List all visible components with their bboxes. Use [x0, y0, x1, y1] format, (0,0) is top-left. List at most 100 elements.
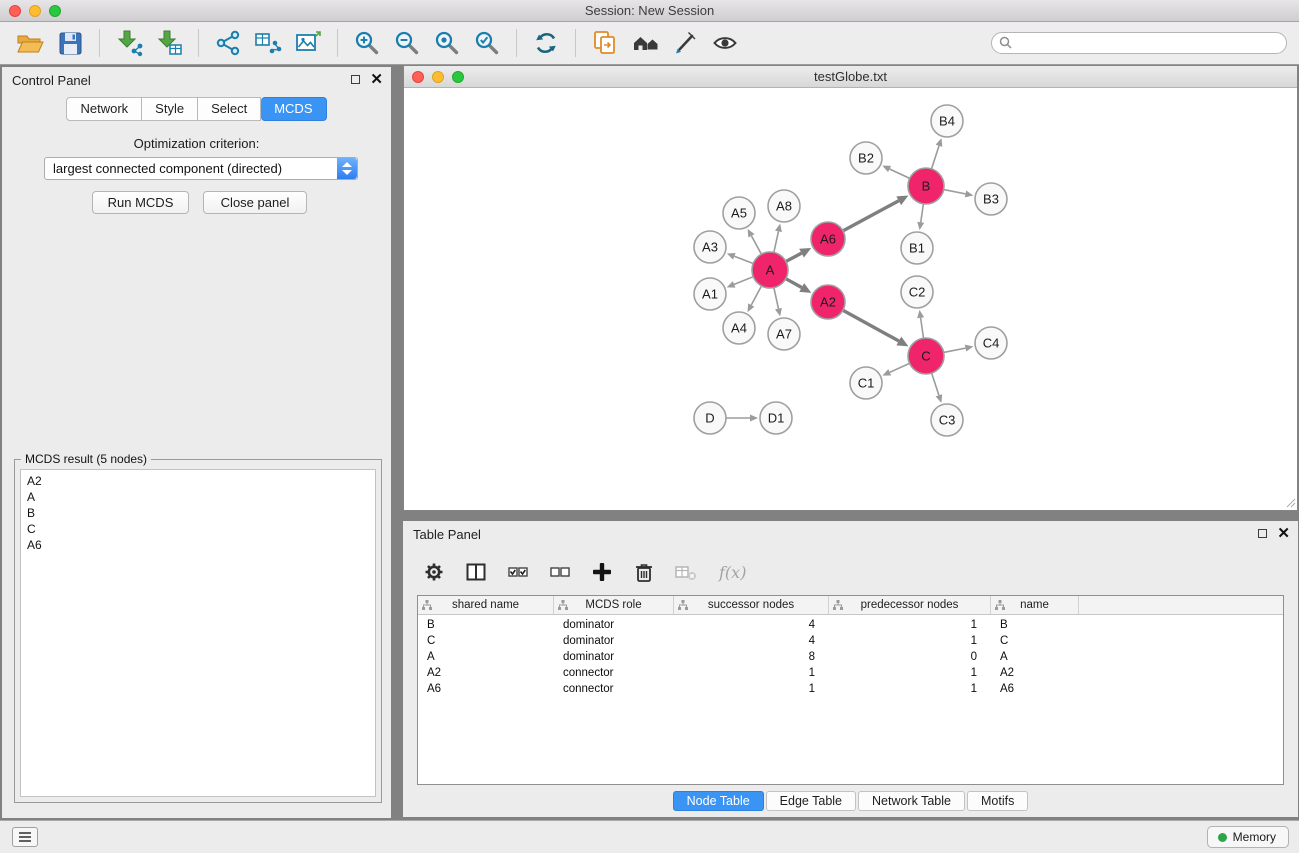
- table-row[interactable]: A2connector11A2: [418, 666, 1283, 682]
- result-item[interactable]: A2: [27, 473, 375, 489]
- show-columns-icon[interactable]: [463, 559, 489, 585]
- graph-node-B[interactable]: B: [908, 168, 944, 204]
- import-network-icon[interactable]: [111, 25, 147, 61]
- network-zoom-button[interactable]: [452, 71, 464, 83]
- result-item[interactable]: A: [27, 489, 375, 505]
- graph-node-B4[interactable]: B4: [931, 105, 963, 137]
- result-item[interactable]: B: [27, 505, 375, 521]
- graph-edge-B-B1[interactable]: [917, 204, 924, 230]
- network-canvas[interactable]: B4 B2 B B3 B1 A5 A8 A6 A3 A A1 A2 C2 A4 A7 C4 C C1 C3 D D1: [404, 88, 1297, 509]
- graph-edge-A-A5[interactable]: [748, 229, 762, 254]
- zoom-in-icon[interactable]: [349, 25, 385, 61]
- graph-edge-B-B4[interactable]: [932, 138, 943, 169]
- graph-edge-D-D1[interactable]: [726, 415, 758, 422]
- graph-node-C4[interactable]: C4: [975, 327, 1007, 359]
- table-row[interactable]: Bdominator41B: [418, 618, 1283, 634]
- home-icon[interactable]: [627, 25, 663, 61]
- graph-node-D1[interactable]: D1: [760, 402, 792, 434]
- column-header-predecessor-nodes[interactable]: predecessor nodes: [829, 596, 991, 614]
- add-column-icon[interactable]: [589, 559, 615, 585]
- graph-node-C1[interactable]: C1: [850, 367, 882, 399]
- table-options-gear-icon[interactable]: [421, 559, 447, 585]
- graph-node-C[interactable]: C: [908, 338, 944, 374]
- tab-mcds[interactable]: MCDS: [261, 97, 326, 121]
- graph-edge-A-A1[interactable]: [727, 277, 754, 288]
- graph-node-A5[interactable]: A5: [723, 197, 755, 229]
- zoom-fit-icon[interactable]: [429, 25, 465, 61]
- graph-edge-A-A4[interactable]: [747, 286, 761, 312]
- graph-edge-B-B3[interactable]: [944, 190, 974, 198]
- task-history-icon[interactable]: [12, 827, 38, 847]
- graph-edge-C-C2[interactable]: [917, 310, 924, 338]
- graph-node-A8[interactable]: A8: [768, 190, 800, 222]
- save-session-icon[interactable]: [52, 25, 88, 61]
- column-header-successor-nodes[interactable]: successor nodes: [674, 596, 829, 614]
- network-minimize-button[interactable]: [432, 71, 444, 83]
- graph-node-B1[interactable]: B1: [901, 232, 933, 264]
- new-network-icon[interactable]: [210, 25, 246, 61]
- float-table-panel-icon[interactable]: [1258, 529, 1267, 538]
- graph-node-A[interactable]: A: [752, 252, 788, 288]
- float-panel-icon[interactable]: [351, 75, 360, 84]
- column-header-name[interactable]: name: [991, 596, 1079, 614]
- mcds-result-list[interactable]: A2ABCA6: [20, 469, 376, 797]
- graph-edge-A-A8[interactable]: [774, 224, 782, 253]
- graph-edge-C-C1[interactable]: [882, 363, 909, 375]
- deselect-all-icon[interactable]: [547, 559, 573, 585]
- graph-node-B2[interactable]: B2: [850, 142, 882, 174]
- table-row[interactable]: Adominator80A: [418, 650, 1283, 666]
- zoom-selected-icon[interactable]: [469, 25, 505, 61]
- column-header-shared-name[interactable]: shared name: [418, 596, 554, 614]
- result-item[interactable]: C: [27, 521, 375, 537]
- import-table-icon[interactable]: [151, 25, 187, 61]
- graph-node-A4[interactable]: A4: [723, 312, 755, 344]
- tab-network-table[interactable]: Network Table: [858, 791, 965, 811]
- graph-edge-A-A3[interactable]: [727, 253, 753, 264]
- table-row[interactable]: A6connector11A6: [418, 682, 1283, 698]
- graph-node-B3[interactable]: B3: [975, 183, 1007, 215]
- graph-edge-A2-C[interactable]: [843, 310, 909, 346]
- tab-node-table[interactable]: Node Table: [673, 791, 764, 811]
- select-all-icon[interactable]: [505, 559, 531, 585]
- graph-node-A1[interactable]: A1: [694, 278, 726, 310]
- refresh-icon[interactable]: [528, 25, 564, 61]
- graph-edge-A-A2[interactable]: [786, 279, 812, 293]
- tab-motifs[interactable]: Motifs: [967, 791, 1028, 811]
- column-header-MCDS-role[interactable]: MCDS role: [554, 596, 674, 614]
- tab-style[interactable]: Style: [142, 97, 198, 121]
- tab-select[interactable]: Select: [198, 97, 261, 121]
- graph-node-A2[interactable]: A2: [811, 285, 845, 319]
- graph-node-D[interactable]: D: [694, 402, 726, 434]
- tab-network[interactable]: Network: [66, 97, 142, 121]
- export-image-icon[interactable]: [290, 25, 326, 61]
- close-panel-button[interactable]: Close panel: [203, 191, 307, 214]
- graph-edge-B-B2[interactable]: [882, 166, 909, 179]
- graph-edge-C-C3[interactable]: [932, 373, 943, 403]
- run-mcds-button[interactable]: Run MCDS: [92, 191, 189, 214]
- table-row[interactable]: Cdominator41C: [418, 634, 1283, 650]
- result-item[interactable]: A6: [27, 537, 375, 553]
- graph-edge-A-A7[interactable]: [774, 288, 782, 317]
- open-session-icon[interactable]: [12, 25, 48, 61]
- graph-edge-A6-B[interactable]: [843, 196, 908, 231]
- graph-node-C3[interactable]: C3: [931, 404, 963, 436]
- graph-node-A6[interactable]: A6: [811, 222, 845, 256]
- close-table-panel-icon[interactable]: ✕: [1277, 528, 1290, 539]
- graph-node-C2[interactable]: C2: [901, 276, 933, 308]
- graph-node-A3[interactable]: A3: [694, 231, 726, 263]
- graph-edge-C-C4[interactable]: [944, 345, 974, 353]
- network-close-button[interactable]: [412, 71, 424, 83]
- search-input[interactable]: [991, 32, 1287, 54]
- tab-edge-table[interactable]: Edge Table: [766, 791, 856, 811]
- close-panel-icon[interactable]: ✕: [370, 74, 383, 85]
- resize-grip-icon[interactable]: [1284, 496, 1296, 508]
- delete-column-trash-icon[interactable]: [631, 559, 657, 585]
- open-file-icon[interactable]: [587, 25, 623, 61]
- annotate-icon[interactable]: [667, 25, 703, 61]
- memory-button[interactable]: Memory: [1207, 826, 1289, 848]
- optimization-criterion-select[interactable]: largest connected component (directed): [44, 157, 358, 180]
- graph-node-A7[interactable]: A7: [768, 318, 800, 350]
- network-table-icon[interactable]: [250, 25, 286, 61]
- show-details-eye-icon[interactable]: [707, 25, 743, 61]
- graph-edge-A-A6[interactable]: [786, 248, 811, 262]
